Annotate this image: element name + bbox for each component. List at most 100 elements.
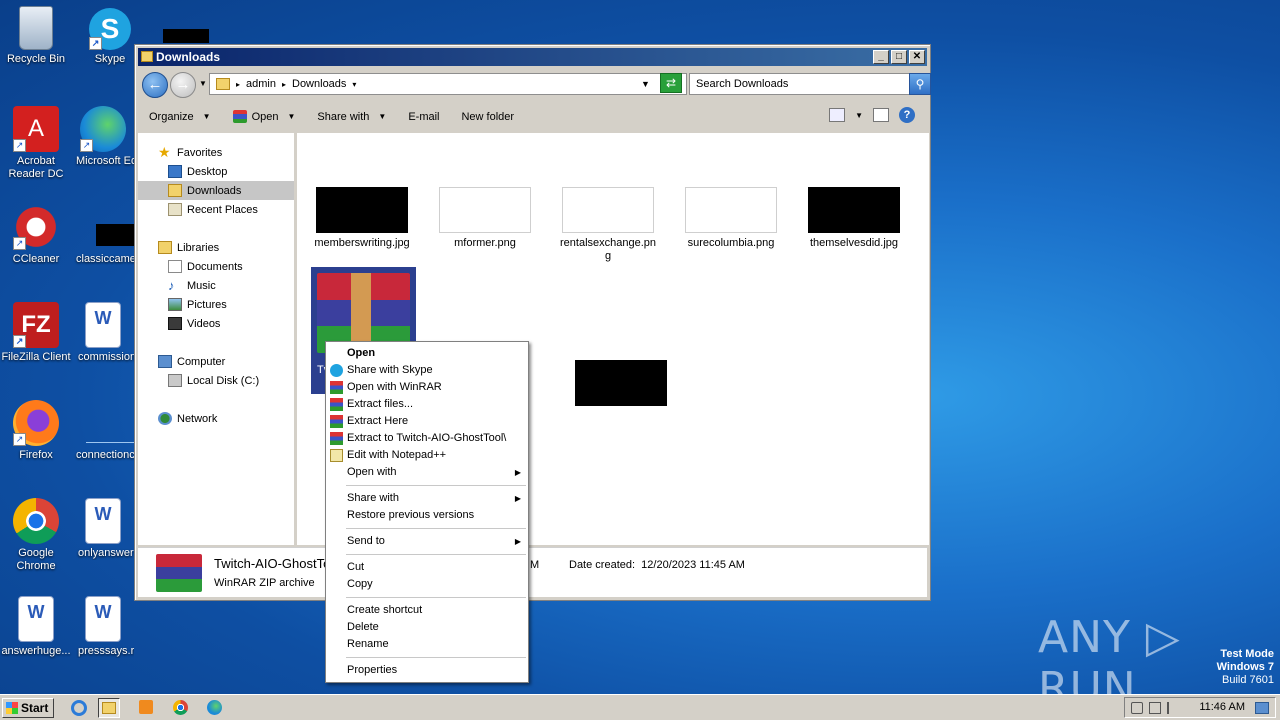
new-folder-button[interactable]: New folder: [450, 111, 525, 123]
menu-item-rename[interactable]: Rename: [326, 636, 528, 653]
desktop-icon: [168, 165, 182, 178]
menu-item-edit-notepad[interactable]: Edit with Notepad++: [326, 447, 528, 464]
action-center-flag-icon[interactable]: [1167, 702, 1179, 714]
nav-label: Local Disk (C:): [187, 374, 260, 387]
menu-item-open-winrar[interactable]: Open with WinRAR: [326, 379, 528, 396]
breadcrumb-downloads[interactable]: Downloads: [292, 78, 346, 90]
internet-explorer-icon[interactable]: [68, 698, 90, 718]
search-input[interactable]: Search Downloads: [689, 73, 910, 95]
preview-pane-icon[interactable]: [873, 108, 889, 122]
file-item[interactable]: surecolumbia.png: [676, 187, 786, 250]
nav-downloads[interactable]: Downloads: [138, 181, 294, 200]
nav-computer[interactable]: Computer: [138, 352, 294, 371]
menu-item-cut[interactable]: Cut: [326, 559, 528, 576]
breadcrumb-arrow-icon[interactable]: ▾: [352, 80, 356, 89]
title-bar[interactable]: Downloads _ □ ✕: [138, 48, 927, 66]
desktop-icon-answerhuge[interactable]: W answerhuge...: [0, 596, 74, 658]
start-button[interactable]: Start: [2, 698, 54, 718]
address-bar[interactable]: ▸ admin ▸ Downloads ▾: [209, 73, 687, 95]
desktop-icon-presssays[interactable]: W presssays.rtf: [72, 596, 134, 658]
menu-separator: [346, 657, 526, 658]
chrome-taskbar-icon[interactable]: [169, 698, 191, 718]
desktop-icon-label: classiccame: [76, 253, 134, 265]
menu-item-send-to[interactable]: Send to ▶: [326, 533, 528, 550]
image-thumbnail[interactable]: [575, 360, 667, 406]
forward-button[interactable]: →: [170, 72, 196, 98]
desktop-icon-recycle-bin[interactable]: Recycle Bin: [0, 6, 74, 66]
desktop-icon-classiccame[interactable]: classiccame: [72, 204, 134, 266]
desktop-icon-connection[interactable]: connectionc: [72, 400, 134, 462]
menu-item-extract-to[interactable]: Extract to Twitch-AIO-GhostTool\: [326, 430, 528, 447]
menu-item-open[interactable]: Open: [326, 345, 528, 362]
menu-item-extract-files[interactable]: Extract files...: [326, 396, 528, 413]
nav-favorites[interactable]: ★ Favorites: [138, 143, 294, 162]
close-button[interactable]: ✕: [909, 50, 925, 64]
menu-item-copy[interactable]: Copy: [326, 576, 528, 593]
address-dropdown-icon[interactable]: ▼: [641, 79, 650, 89]
desktop-icon-filezilla[interactable]: FZ ↗ FileZilla Client: [0, 302, 74, 364]
email-button[interactable]: E-mail: [397, 111, 450, 123]
desktop-icon-acrobat[interactable]: A ↗ Acrobat Reader DC: [0, 106, 74, 181]
command-bar: Organize ▼ Open ▼ Share with ▼ E-mail New f…: [138, 102, 927, 131]
desktop-icon-chrome[interactable]: Google Chrome: [0, 498, 74, 573]
explorer-taskbar-button[interactable]: [98, 698, 120, 718]
change-view-icon[interactable]: [829, 108, 846, 122]
menu-item-extract-here[interactable]: Extract Here: [326, 413, 528, 430]
desktop-icon-firefox[interactable]: ↗ Firefox: [0, 400, 74, 462]
details-date-created: Date created: 12/20/2023 11:45 AM: [569, 559, 745, 571]
watermark-line: Windows 7: [1216, 661, 1274, 673]
nav-local-disk[interactable]: Local Disk (C:): [138, 371, 294, 390]
maximize-button[interactable]: □: [891, 50, 907, 64]
open-button[interactable]: Open ▼: [222, 110, 307, 123]
menu-item-share-skype[interactable]: Share with Skype: [326, 362, 528, 379]
winrar-archive-icon: [156, 554, 202, 592]
file-item[interactable]: memberswriting.jpg: [307, 187, 417, 250]
file-item[interactable]: themselvesdid.jpg: [799, 187, 909, 250]
history-dropdown-icon[interactable]: ▼: [199, 79, 207, 88]
search-icon[interactable]: ⚲: [909, 73, 931, 95]
desktop-icon-label: onlyanswer: [78, 547, 134, 559]
shortcut-arrow-icon: ↗: [80, 139, 93, 152]
menu-item-share-with[interactable]: Share with ▶: [326, 490, 528, 507]
downloads-folder-icon: [168, 184, 182, 197]
menu-item-delete[interactable]: Delete: [326, 619, 528, 636]
organize-button[interactable]: Organize ▼: [138, 111, 222, 123]
network-tray-icon[interactable]: [1149, 702, 1161, 714]
nav-desktop[interactable]: Desktop: [138, 162, 294, 181]
nav-music[interactable]: ♪ Music: [138, 276, 294, 295]
nav-network[interactable]: Network: [138, 409, 294, 428]
breadcrumb-arrow-icon[interactable]: ▸: [236, 80, 240, 89]
help-icon[interactable]: ?: [899, 107, 915, 123]
desktop-icon-onlyanswer[interactable]: W onlyanswer: [72, 498, 134, 560]
menu-item-create-shortcut[interactable]: Create shortcut: [326, 602, 528, 619]
pictures-icon: [168, 298, 182, 311]
share-with-button[interactable]: Share with ▼: [306, 111, 397, 123]
refresh-button[interactable]: ⇄: [660, 73, 682, 93]
nav-libraries[interactable]: Libraries: [138, 238, 294, 257]
nav-recent-places[interactable]: Recent Places: [138, 200, 294, 219]
menu-item-restore-versions[interactable]: Restore previous versions: [326, 507, 528, 524]
system-tray: 11:46 AM: [1124, 697, 1276, 718]
file-item[interactable]: rentalsexchange.png: [553, 187, 663, 263]
breadcrumb-admin[interactable]: admin: [246, 78, 276, 90]
nav-pictures[interactable]: Pictures: [138, 295, 294, 314]
menu-item-open-with[interactable]: Open with ▶: [326, 464, 528, 481]
nav-videos[interactable]: Videos: [138, 314, 294, 333]
minimize-button[interactable]: _: [873, 50, 889, 64]
notepad-plus-plus-icon: [330, 449, 343, 462]
chevron-down-icon[interactable]: ▼: [287, 112, 295, 121]
media-player-icon[interactable]: [135, 698, 157, 718]
menu-item-properties[interactable]: Properties: [326, 662, 528, 679]
desktop-icon-ccleaner[interactable]: ↗ CCleaner: [0, 204, 74, 266]
taskbar-clock[interactable]: 11:46 AM: [1199, 701, 1245, 713]
volume-icon[interactable]: [1131, 702, 1143, 714]
edge-taskbar-icon[interactable]: [203, 698, 225, 718]
chevron-down-icon[interactable]: ▼: [855, 111, 863, 120]
breadcrumb-arrow-icon[interactable]: ▸: [282, 80, 286, 89]
nav-documents[interactable]: Documents: [138, 257, 294, 276]
back-button[interactable]: ←: [142, 72, 168, 98]
file-item[interactable]: mformer.png: [430, 187, 540, 250]
desktop-icon-edge[interactable]: ↗ Microsoft Ed: [72, 106, 134, 168]
desktop-icon-commission[interactable]: W commission: [72, 302, 134, 364]
show-desktop-icon[interactable]: [1255, 702, 1269, 714]
